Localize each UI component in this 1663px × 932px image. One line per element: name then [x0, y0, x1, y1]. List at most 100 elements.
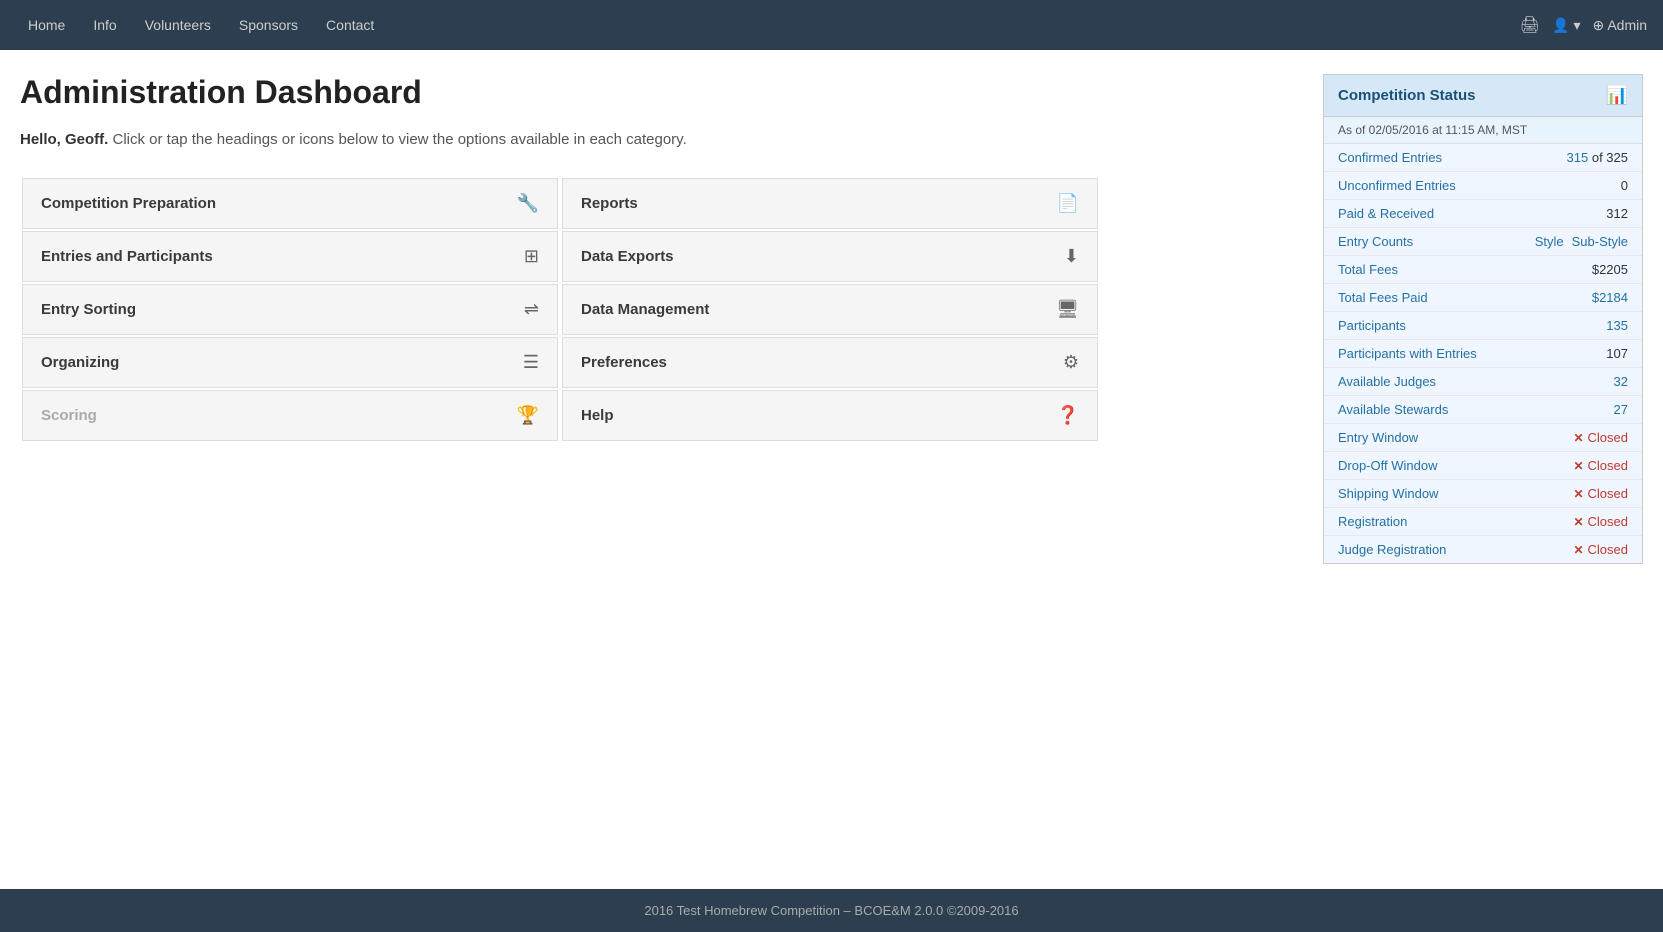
section-label-help: Help	[581, 407, 614, 424]
section-reports[interactable]: Reports 📄	[562, 178, 1098, 229]
section-label-entry-sorting: Entry Sorting	[41, 301, 136, 318]
section-label-scoring: Scoring	[41, 407, 97, 424]
paid-received-value: 312	[1606, 206, 1628, 221]
download-icon: ⬇	[1064, 246, 1079, 267]
status-row-entry-window: Entry Window ✕ Closed	[1324, 424, 1642, 452]
section-data-management[interactable]: Data Management 🖥	[562, 284, 1098, 335]
judge-registration-value: Closed	[1588, 542, 1628, 557]
chart-icon[interactable]: 📊	[1606, 85, 1628, 106]
section-entries-participants[interactable]: Entries and Participants ⊞	[22, 231, 558, 282]
available-stewards-value[interactable]: 27	[1614, 402, 1628, 417]
entry-window-closed: ✕ Closed	[1573, 430, 1628, 445]
unconfirmed-entries-label[interactable]: Unconfirmed Entries	[1338, 178, 1456, 193]
sidebar: Competition Status 📊 As of 02/05/2016 at…	[1323, 74, 1643, 564]
sort-icon: ⇌	[524, 299, 539, 320]
section-organizing[interactable]: Organizing ☰	[22, 337, 558, 388]
nav-volunteers[interactable]: Volunteers	[133, 3, 223, 47]
section-data-exports[interactable]: Data Exports ⬇	[562, 231, 1098, 282]
trophy-icon: 🏆	[517, 405, 539, 426]
section-label-organizing: Organizing	[41, 354, 119, 371]
entry-counts-label[interactable]: Entry Counts	[1338, 234, 1413, 249]
judge-registration-closed: ✕ Closed	[1573, 542, 1628, 557]
status-row-available-stewards: Available Stewards 27	[1324, 396, 1642, 424]
dropoff-window-x-icon: ✕	[1573, 459, 1583, 473]
registration-label[interactable]: Registration	[1338, 514, 1407, 529]
entry-counts-style-link[interactable]: Style	[1535, 234, 1564, 249]
wrench-icon: 🔧	[517, 193, 539, 214]
print-icon[interactable]: 🖨	[1520, 15, 1540, 35]
entry-counts-substyle-link[interactable]: Sub-Style	[1572, 234, 1628, 249]
total-fees-paid-label[interactable]: Total Fees Paid	[1338, 290, 1428, 305]
registration-closed: ✕ Closed	[1573, 514, 1628, 529]
confirmed-entries-blue[interactable]: 315	[1567, 150, 1589, 165]
judge-registration-x-icon: ✕	[1573, 543, 1583, 557]
shipping-window-x-icon: ✕	[1573, 487, 1583, 501]
right-column: Reports 📄 Data Exports ⬇ Data Management…	[560, 176, 1100, 443]
nav-contact[interactable]: Contact	[314, 3, 386, 47]
dropoff-window-value: Closed	[1588, 458, 1628, 473]
participants-entries-label[interactable]: Participants with Entries	[1338, 346, 1477, 361]
section-help[interactable]: Help ❓	[562, 390, 1098, 441]
entries-icon: ⊞	[524, 246, 539, 267]
status-row-confirmed-entries: Confirmed Entries 315 of 325	[1324, 144, 1642, 172]
total-fees-value: $2205	[1592, 262, 1628, 277]
status-row-shipping-window: Shipping Window ✕ Closed	[1324, 480, 1642, 508]
confirmed-entries-value: 315 of 325	[1567, 150, 1628, 165]
data-management-icon: 🖥	[1056, 299, 1079, 320]
user-chevron: ▾	[1573, 17, 1580, 34]
status-row-entry-counts: Entry Counts Style Sub-Style	[1324, 228, 1642, 256]
registration-x-icon: ✕	[1573, 515, 1583, 529]
nav-sponsors[interactable]: Sponsors	[227, 3, 310, 47]
shipping-window-label[interactable]: Shipping Window	[1338, 486, 1438, 501]
nav-home[interactable]: Home	[16, 3, 77, 47]
content-area: Administration Dashboard Hello, Geoff. C…	[20, 74, 1299, 564]
participants-value[interactable]: 135	[1606, 318, 1628, 333]
available-judges-label[interactable]: Available Judges	[1338, 374, 1436, 389]
registration-value: Closed	[1588, 514, 1628, 529]
section-label-entries-participants: Entries and Participants	[41, 248, 213, 265]
participants-label[interactable]: Participants	[1338, 318, 1406, 333]
section-label-reports: Reports	[581, 195, 638, 212]
status-row-total-fees-paid: Total Fees Paid $2184	[1324, 284, 1642, 312]
section-entry-sorting[interactable]: Entry Sorting ⇌	[22, 284, 558, 335]
entry-window-value: Closed	[1588, 430, 1628, 445]
status-row-total-fees: Total Fees $2205	[1324, 256, 1642, 284]
entry-counts-links: Style Sub-Style	[1535, 234, 1628, 249]
status-card: Competition Status 📊 As of 02/05/2016 at…	[1323, 74, 1643, 564]
entry-window-label[interactable]: Entry Window	[1338, 430, 1418, 445]
section-label-data-management: Data Management	[581, 301, 709, 318]
status-row-dropoff-window: Drop-Off Window ✕ Closed	[1324, 452, 1642, 480]
user-menu[interactable]: 👤 ▾	[1552, 17, 1580, 34]
status-row-judge-registration: Judge Registration ✕ Closed	[1324, 536, 1642, 563]
total-fees-paid-value[interactable]: $2184	[1592, 290, 1628, 305]
section-preferences[interactable]: Preferences ⚙	[562, 337, 1098, 388]
status-row-participants-entries: Participants with Entries 107	[1324, 340, 1642, 368]
page-title: Administration Dashboard	[20, 74, 1299, 111]
footer-text: 2016 Test Homebrew Competition – BCOE&M …	[644, 903, 1018, 918]
section-competition-preparation[interactable]: Competition Preparation 🔧	[22, 178, 558, 229]
section-label-data-exports: Data Exports	[581, 248, 674, 265]
section-scoring: Scoring 🏆	[22, 390, 558, 441]
shipping-window-value: Closed	[1588, 486, 1628, 501]
available-judges-value[interactable]: 32	[1614, 374, 1628, 389]
nav-right: 🖨 👤 ▾ ⊕ Admin	[1520, 15, 1647, 35]
welcome-suffix: Click or tap the headings or icons below…	[113, 131, 687, 148]
status-date: As of 02/05/2016 at 11:15 AM, MST	[1324, 117, 1642, 144]
nav-info[interactable]: Info	[81, 3, 128, 47]
dropoff-window-label[interactable]: Drop-Off Window	[1338, 458, 1437, 473]
welcome-name: Hello, Geoff.	[20, 131, 108, 148]
main-container: Administration Dashboard Hello, Geoff. C…	[0, 50, 1663, 588]
status-body: Confirmed Entries 315 of 325 Unconfirmed…	[1324, 144, 1642, 563]
confirmed-entries-label[interactable]: Confirmed Entries	[1338, 150, 1442, 165]
admin-button[interactable]: ⊕ Admin	[1592, 17, 1647, 34]
status-header: Competition Status 📊	[1324, 75, 1642, 117]
paid-received-label[interactable]: Paid & Received	[1338, 206, 1434, 221]
organizing-icon: ☰	[523, 352, 539, 373]
judge-registration-label[interactable]: Judge Registration	[1338, 542, 1446, 557]
navbar: Home Info Volunteers Sponsors Contact 🖨 …	[0, 0, 1663, 50]
available-stewards-label[interactable]: Available Stewards	[1338, 402, 1448, 417]
total-fees-label[interactable]: Total Fees	[1338, 262, 1398, 277]
section-label-competition-preparation: Competition Preparation	[41, 195, 216, 212]
gear-icon: ⚙	[1063, 352, 1079, 373]
status-row-available-judges: Available Judges 32	[1324, 368, 1642, 396]
